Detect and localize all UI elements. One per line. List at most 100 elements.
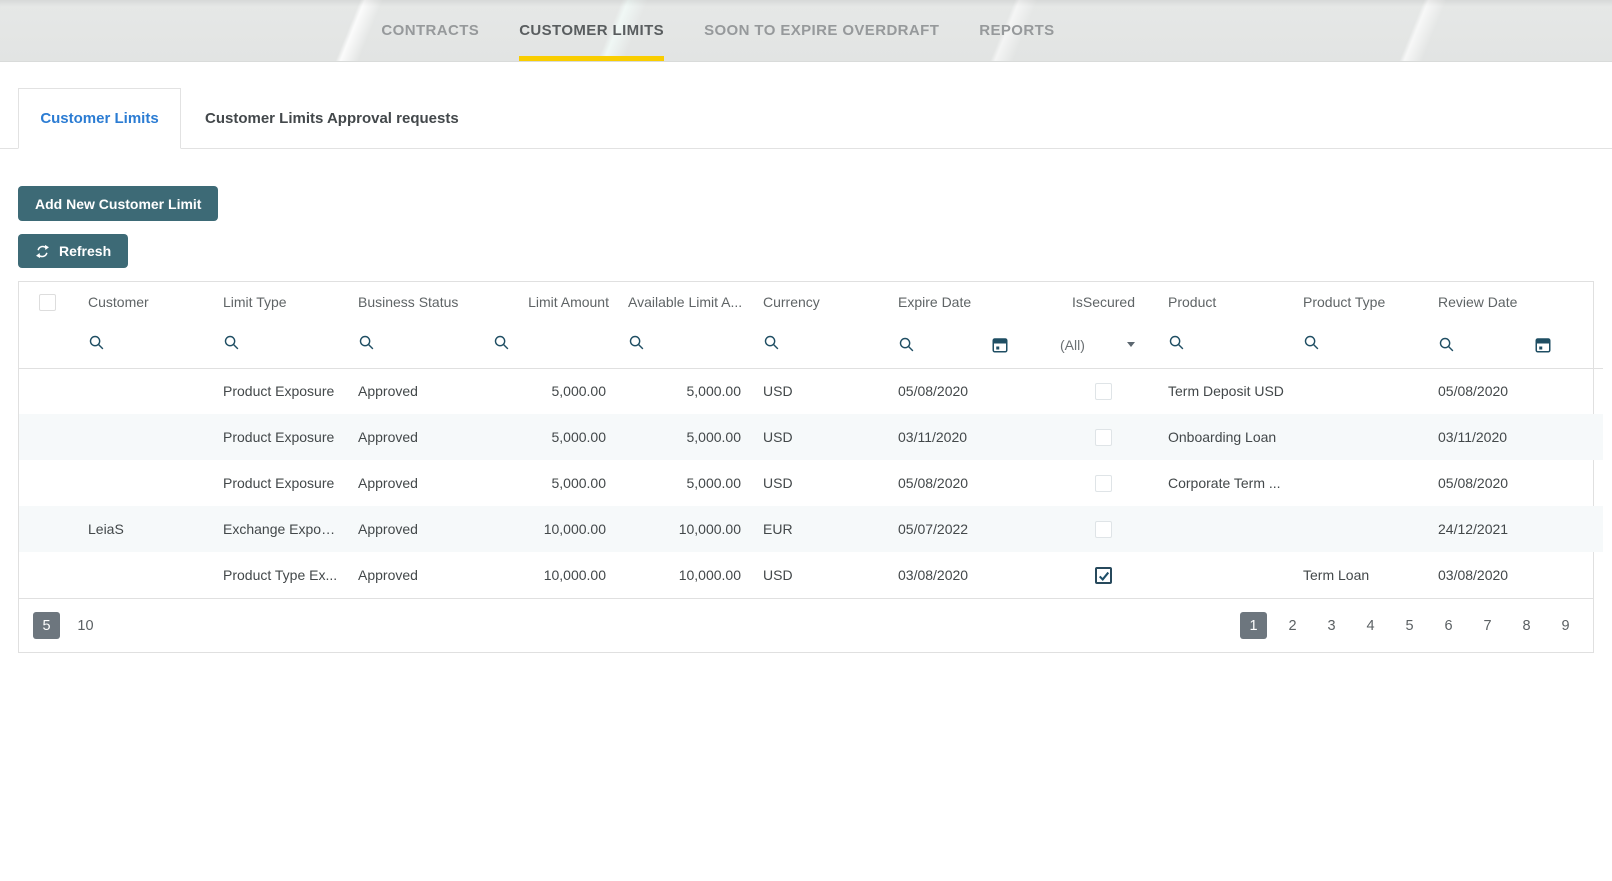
cell-customer: LeiaS [76, 506, 211, 552]
cell-issecured [1046, 460, 1156, 506]
page-size-selector: 5 10 [33, 612, 99, 639]
tab-customer-limits[interactable]: Customer Limits [18, 88, 181, 149]
cell-currency: EUR [751, 506, 886, 552]
nav-item-label: CUSTOMER LIMITS [519, 22, 664, 39]
search-icon[interactable] [358, 334, 375, 351]
column-header-currency[interactable]: Currency [751, 282, 886, 322]
page-8[interactable]: 8 [1513, 612, 1540, 639]
column-header-limit-amount[interactable]: Limit Amount [481, 282, 616, 322]
table-row[interactable]: Product Type Ex... Approved 10,000.00 10… [19, 552, 1603, 598]
cell-limit-amount: 5,000.00 [481, 414, 616, 460]
filter-product-type[interactable] [1291, 322, 1426, 368]
cell-expire-date: 05/07/2022 [886, 506, 1046, 552]
filter-business-status[interactable] [346, 322, 481, 368]
refresh-button[interactable]: Refresh [18, 234, 128, 268]
page-size-10[interactable]: 10 [72, 612, 99, 639]
search-icon[interactable] [1438, 336, 1455, 353]
column-header-product[interactable]: Product [1156, 282, 1291, 322]
column-header-limit-type[interactable]: Limit Type [211, 282, 346, 322]
cell-limit-amount: 5,000.00 [481, 460, 616, 506]
cell-limit-amount: 10,000.00 [481, 506, 616, 552]
cell-review-date: 05/08/2020 [1426, 368, 1603, 414]
search-icon[interactable] [88, 334, 105, 351]
cell-customer [76, 460, 211, 506]
nav-item-customer-limits[interactable]: CUSTOMER LIMITS [519, 0, 664, 61]
cell-issecured [1046, 552, 1156, 598]
cell-currency: USD [751, 460, 886, 506]
table-row[interactable]: Product Exposure Approved 5,000.00 5,000… [19, 460, 1603, 506]
cell-review-date: 03/11/2020 [1426, 414, 1603, 460]
column-header-review-date[interactable]: Review Date [1426, 282, 1603, 322]
select-all-cell [19, 282, 76, 322]
nav-item-soon-to-expire-overdraft[interactable]: SOON TO EXPIRE OVERDRAFT [704, 0, 939, 61]
calendar-icon[interactable] [991, 336, 1009, 354]
calendar-icon[interactable] [1534, 336, 1552, 354]
cell-product-type [1291, 506, 1426, 552]
filter-product[interactable] [1156, 322, 1291, 368]
cell-business-status: Approved [346, 414, 481, 460]
cell-expire-date: 05/08/2020 [886, 368, 1046, 414]
issecured-checkbox [1095, 475, 1112, 492]
search-icon[interactable] [493, 334, 510, 351]
page-7[interactable]: 7 [1474, 612, 1501, 639]
page-2[interactable]: 2 [1279, 612, 1306, 639]
search-icon[interactable] [628, 334, 645, 351]
cell-business-status: Approved [346, 552, 481, 598]
cell-customer [76, 414, 211, 460]
top-navigation-bar: CONTRACTS CUSTOMER LIMITS SOON TO EXPIRE… [0, 0, 1612, 62]
column-header-business-status[interactable]: Business Status [346, 282, 481, 322]
table-row[interactable]: Product Exposure Approved 5,000.00 5,000… [19, 414, 1603, 460]
cell-issecured [1046, 368, 1156, 414]
cell-issecured [1046, 506, 1156, 552]
column-header-expire-date[interactable]: Expire Date [886, 282, 1046, 322]
cell-product: Onboarding Loan [1156, 414, 1291, 460]
cell-product-type [1291, 368, 1426, 414]
table-row[interactable]: Product Exposure Approved 5,000.00 5,000… [19, 368, 1603, 414]
page-6[interactable]: 6 [1435, 612, 1462, 639]
page-9[interactable]: 9 [1552, 612, 1579, 639]
page-5[interactable]: 5 [1396, 612, 1423, 639]
nav-item-contracts[interactable]: CONTRACTS [381, 0, 479, 61]
table-row[interactable]: LeiaS Exchange Expos... Approved 10,000.… [19, 506, 1603, 552]
filter-customer[interactable] [76, 322, 211, 368]
search-icon[interactable] [1303, 334, 1320, 351]
search-icon[interactable] [898, 336, 915, 353]
cell-currency: USD [751, 368, 886, 414]
filter-limit-amount[interactable] [481, 322, 616, 368]
column-header-available-limit[interactable]: Available Limit A... [616, 282, 751, 322]
search-icon[interactable] [223, 334, 240, 351]
select-all-checkbox[interactable] [39, 294, 56, 311]
column-header-customer[interactable]: Customer [76, 282, 211, 322]
cell-product: Term Deposit USD [1156, 368, 1291, 414]
column-header-product-type[interactable]: Product Type [1291, 282, 1426, 322]
filter-expire-date[interactable] [886, 322, 1046, 368]
toolbar: Add New Customer Limit Refresh [0, 149, 1612, 268]
cell-expire-date: 03/08/2020 [886, 552, 1046, 598]
row-select-cell [19, 460, 76, 506]
active-nav-underline [519, 56, 664, 61]
cell-limit-type: Product Type Ex... [211, 552, 346, 598]
issecured-checkbox [1095, 521, 1112, 538]
filter-currency[interactable] [751, 322, 886, 368]
tab-customer-limits-approval-requests[interactable]: Customer Limits Approval requests [181, 88, 483, 148]
column-header-issecured[interactable]: IsSecured [1046, 282, 1156, 322]
cell-expire-date: 03/11/2020 [886, 414, 1046, 460]
page-1[interactable]: 1 [1240, 612, 1267, 639]
issecured-filter-dropdown[interactable]: (All) [1058, 337, 1149, 353]
search-icon[interactable] [763, 334, 780, 351]
cell-limit-type: Product Exposure [211, 368, 346, 414]
page-3[interactable]: 3 [1318, 612, 1345, 639]
filter-issecured[interactable]: (All) [1046, 322, 1156, 368]
filter-available-limit[interactable] [616, 322, 751, 368]
cell-available-limit: 10,000.00 [616, 506, 751, 552]
page-4[interactable]: 4 [1357, 612, 1384, 639]
filter-limit-type[interactable] [211, 322, 346, 368]
page-size-5[interactable]: 5 [33, 612, 60, 639]
search-icon[interactable] [1168, 334, 1185, 351]
nav-item-reports[interactable]: REPORTS [979, 0, 1054, 61]
filter-review-date[interactable] [1426, 322, 1603, 368]
refresh-icon [35, 244, 50, 259]
nav-menu: CONTRACTS CUSTOMER LIMITS SOON TO EXPIRE… [0, 0, 1524, 61]
issecured-filter-value: (All) [1060, 337, 1085, 353]
add-new-customer-limit-button[interactable]: Add New Customer Limit [18, 186, 218, 221]
